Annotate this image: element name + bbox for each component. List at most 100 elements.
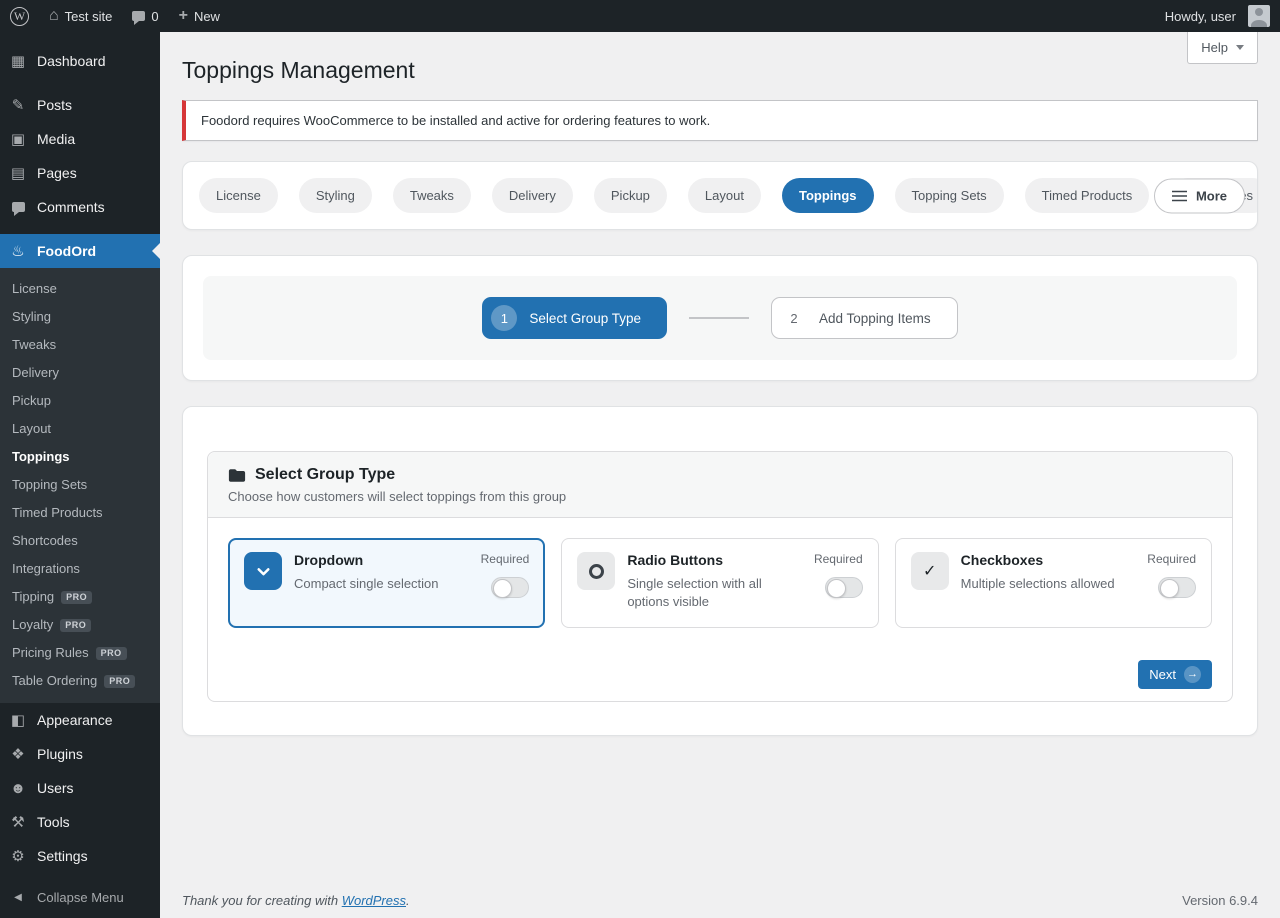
sidebar-item-plugins[interactable]: Plugins — [0, 737, 160, 771]
next-button[interactable]: Next → — [1138, 660, 1212, 689]
appearance-icon — [8, 713, 28, 728]
user-avatar — [1248, 5, 1270, 27]
wordpress-logo-icon: W — [10, 7, 29, 26]
pro-badge: PRO — [104, 675, 135, 688]
step-add-topping-items[interactable]: 2 Add Topping Items — [771, 297, 958, 339]
submenu-item-integrations[interactable]: Integrations — [0, 555, 160, 583]
step-number-badge: 1 — [491, 305, 517, 331]
sidebar-item-media[interactable]: Media — [0, 122, 160, 156]
submenu-item-layout[interactable]: Layout — [0, 415, 160, 443]
option-dropdown[interactable]: Dropdown Compact single selection Requir… — [228, 538, 545, 628]
option-radio-buttons[interactable]: Radio Buttons Single selection with all … — [561, 538, 878, 628]
site-name-link[interactable]: Test site — [39, 0, 122, 32]
tab-layout[interactable]: Layout — [688, 178, 761, 213]
menu-separator — [0, 224, 160, 234]
next-label: Next — [1149, 667, 1176, 682]
sidebar-item-users[interactable]: Users — [0, 771, 160, 805]
submenu-item-pricing-rules[interactable]: Pricing Rules PRO — [0, 639, 160, 667]
option-checkboxes[interactable]: ✓ Checkboxes Multiple selections allowed… — [895, 538, 1212, 628]
step-label: Add Topping Items — [819, 311, 931, 326]
sidebar-item-foodord[interactable]: FoodOrd — [0, 234, 160, 268]
sidebar-item-label: Settings — [37, 848, 88, 864]
sidebar-item-posts[interactable]: Posts — [0, 88, 160, 122]
more-label: More — [1196, 188, 1227, 203]
tab-timed-products[interactable]: Timed Products — [1025, 178, 1150, 213]
sidebar-item-label: Pages — [37, 165, 77, 181]
comments-icon — [8, 200, 28, 215]
required-toggle[interactable] — [491, 577, 529, 598]
tools-icon — [8, 815, 28, 830]
my-account[interactable]: Howdy, user — [1155, 0, 1280, 32]
checkbox-tile: ✓ — [911, 552, 949, 590]
sidebar-item-label: Posts — [37, 97, 72, 113]
sidebar-item-label: Tools — [37, 814, 70, 830]
option-description: Multiple selections allowed — [961, 575, 1136, 593]
submenu-item-pickup[interactable]: Pickup — [0, 387, 160, 415]
sidebar-item-label: Appearance — [37, 712, 113, 728]
collapse-menu-button[interactable]: Collapse Menu — [0, 882, 160, 912]
required-label: Required — [481, 552, 530, 566]
footer-thanks: Thank you for creating with WordPress. — [182, 893, 410, 908]
group-type-card: Select Group Type Choose how customers w… — [182, 406, 1258, 736]
tab-toppings[interactable]: Toppings — [782, 178, 874, 213]
submenu-item-delivery[interactable]: Delivery — [0, 359, 160, 387]
pro-badge: PRO — [61, 591, 92, 604]
submenu-item-shortcodes[interactable]: Shortcodes — [0, 527, 160, 555]
comments-shortcut[interactable]: 0 — [122, 0, 168, 32]
sidebar-item-dashboard[interactable]: Dashboard — [0, 44, 160, 78]
sidebar-item-tools[interactable]: Tools — [0, 805, 160, 839]
wordpress-link[interactable]: WordPress — [342, 893, 406, 908]
step-number-badge: 2 — [781, 305, 807, 331]
hamburger-icon — [1172, 190, 1187, 201]
tab-license[interactable]: License — [199, 178, 278, 213]
sidebar-item-settings[interactable]: Settings — [0, 839, 160, 873]
more-tabs-button[interactable]: More — [1154, 178, 1245, 213]
settings-icon — [8, 849, 28, 864]
sidebar-item-pages[interactable]: Pages — [0, 156, 160, 190]
sidebar-item-appearance[interactable]: Appearance — [0, 703, 160, 737]
howdy-text: Howdy, user — [1165, 9, 1236, 24]
collapse-menu-label: Collapse Menu — [37, 890, 124, 905]
comments-count: 0 — [151, 9, 158, 24]
required-toggle[interactable] — [1158, 577, 1196, 598]
tab-tweaks[interactable]: Tweaks — [393, 178, 471, 213]
new-content-button[interactable]: New — [169, 0, 230, 32]
submenu-item-tipping[interactable]: Tipping PRO — [0, 583, 160, 611]
wordpress-logo[interactable]: W — [0, 0, 39, 32]
settings-tab-bar: License Styling Tweaks Delivery Pickup L… — [182, 161, 1258, 230]
submenu-item-topping-sets[interactable]: Topping Sets — [0, 471, 160, 499]
main-content: Help Toppings Management Foodord require… — [160, 32, 1280, 918]
sidebar-item-comments[interactable]: Comments — [0, 190, 160, 224]
radio-circle-icon — [589, 564, 604, 579]
submenu-item-tweaks[interactable]: Tweaks — [0, 331, 160, 359]
radio-tile — [577, 552, 615, 590]
tab-topping-sets[interactable]: Topping Sets — [895, 178, 1004, 213]
tab-delivery[interactable]: Delivery — [492, 178, 573, 213]
pro-badge: PRO — [60, 619, 91, 632]
step-select-group-type[interactable]: 1 Select Group Type — [482, 297, 667, 339]
submenu-item-toppings[interactable]: Toppings — [0, 443, 160, 471]
tab-styling[interactable]: Styling — [299, 178, 372, 213]
collapse-arrow-icon — [8, 892, 28, 903]
sidebar-item-label: Comments — [37, 199, 105, 215]
dashboard-icon — [8, 54, 28, 69]
submenu-item-loyalty[interactable]: Loyalty PRO — [0, 611, 160, 639]
option-title: Dropdown — [294, 552, 469, 568]
submenu-item-styling[interactable]: Styling — [0, 303, 160, 331]
submenu-item-license[interactable]: License — [0, 275, 160, 303]
group-type-header: Select Group Type Choose how customers w… — [208, 452, 1232, 518]
admin-footer: Thank you for creating with WordPress. V… — [182, 893, 1258, 908]
submenu-item-table-ordering[interactable]: Table Ordering PRO — [0, 667, 160, 695]
group-type-options: Dropdown Compact single selection Requir… — [228, 538, 1212, 628]
help-button[interactable]: Help — [1187, 32, 1258, 64]
group-type-title: Select Group Type — [255, 466, 395, 484]
option-description: Compact single selection — [294, 575, 469, 593]
required-toggle[interactable] — [825, 577, 863, 598]
checkmark-icon: ✓ — [923, 561, 936, 581]
tab-pickup[interactable]: Pickup — [594, 178, 667, 213]
page-title: Toppings Management — [182, 55, 1258, 85]
site-name: Test site — [65, 9, 113, 24]
home-icon — [49, 8, 59, 24]
submenu-item-timed-products[interactable]: Timed Products — [0, 499, 160, 527]
option-title: Radio Buttons — [627, 552, 802, 568]
